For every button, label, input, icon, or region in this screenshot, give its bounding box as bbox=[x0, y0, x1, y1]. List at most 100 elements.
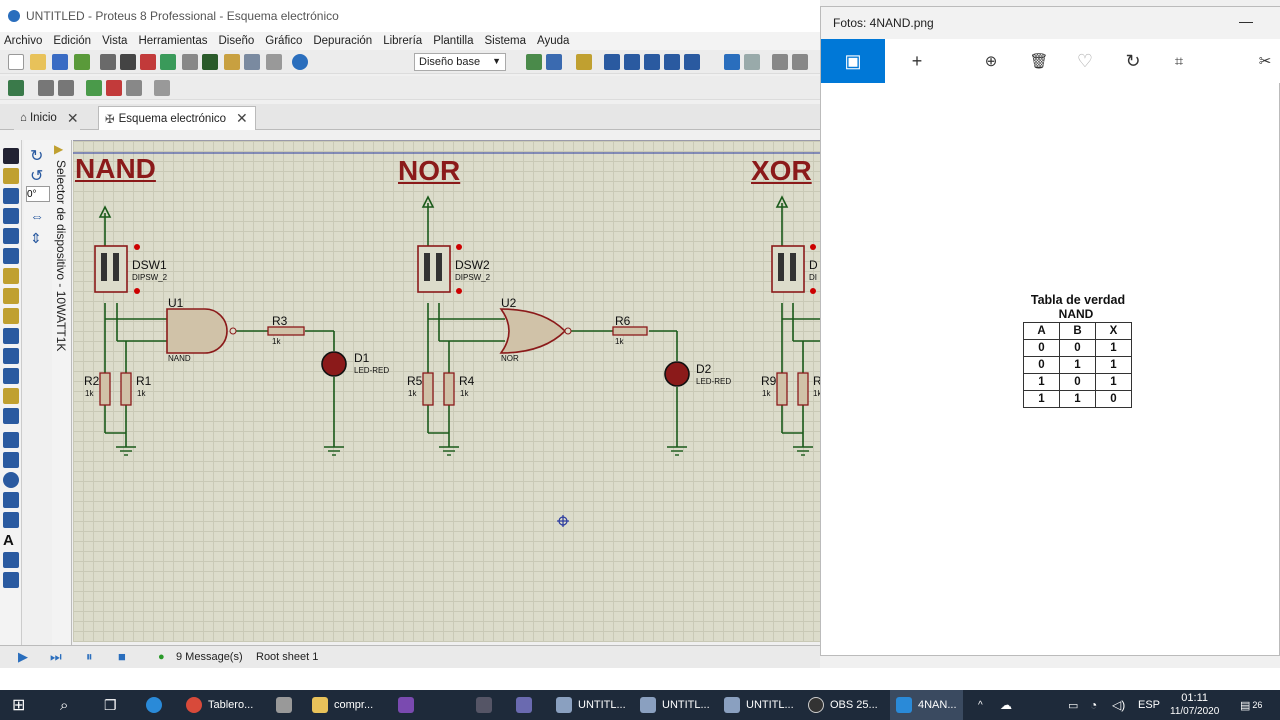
generator-icon[interactable] bbox=[3, 368, 19, 384]
origin-icon[interactable] bbox=[576, 54, 592, 70]
project-icon[interactable] bbox=[266, 54, 282, 70]
favorite-button[interactable]: ♡ bbox=[1063, 39, 1107, 83]
bus-icon[interactable] bbox=[3, 248, 19, 264]
view-image-button[interactable]: ▣ bbox=[821, 39, 885, 83]
box-icon[interactable] bbox=[3, 452, 19, 468]
taskbar-photos[interactable]: 4NAN... bbox=[890, 690, 963, 720]
zoom-all-icon[interactable] bbox=[664, 54, 680, 70]
schematic-icon[interactable] bbox=[120, 54, 136, 70]
tab-esquema[interactable]: ✠ Esquema electrónico ✕ bbox=[98, 106, 256, 130]
schematic-canvas[interactable]: NAND NOR XOR DSW1 DIPSW_2 U1 NAND R3 1k … bbox=[73, 140, 820, 642]
menu-libreria[interactable]: Librería bbox=[383, 35, 422, 47]
tab-inicio[interactable]: ⌂ Inicio ✕ bbox=[14, 106, 80, 130]
taskbar-obs[interactable]: OBS 25... bbox=[808, 690, 878, 720]
delete-button[interactable]: 🗑 bbox=[1017, 39, 1061, 83]
copy-icon[interactable] bbox=[792, 54, 808, 70]
menu-edicion[interactable]: Edición bbox=[53, 35, 91, 47]
taskbar-dfd[interactable] bbox=[476, 690, 498, 720]
menu-vista[interactable]: Vista bbox=[102, 35, 127, 47]
cut-icon[interactable] bbox=[772, 54, 788, 70]
taskbar-proteus-2[interactable]: UNTITL... bbox=[640, 690, 710, 720]
line-icon[interactable] bbox=[3, 432, 19, 448]
start-button[interactable]: ⊞ bbox=[12, 690, 25, 720]
rotation-field[interactable] bbox=[26, 186, 50, 202]
selection-mode-icon[interactable] bbox=[3, 148, 19, 164]
step-icon[interactable]: ⏭ bbox=[50, 649, 62, 665]
junction-icon[interactable] bbox=[3, 188, 19, 204]
close-icon[interactable]: ✕ bbox=[236, 110, 248, 127]
arc-icon[interactable] bbox=[3, 492, 19, 508]
messages-status[interactable]: 9 Message(s) bbox=[176, 651, 243, 663]
zoom-in-icon[interactable] bbox=[624, 54, 640, 70]
pin-icon[interactable] bbox=[3, 308, 19, 324]
refresh-icon[interactable] bbox=[526, 54, 542, 70]
code-icon[interactable] bbox=[244, 54, 260, 70]
stop-icon[interactable]: ■ bbox=[118, 649, 126, 664]
circle-icon[interactable] bbox=[3, 472, 19, 488]
erc-icon[interactable] bbox=[154, 80, 170, 96]
taskbar-proteus-3[interactable]: UNTITL... bbox=[724, 690, 794, 720]
taskbar-media[interactable] bbox=[276, 690, 298, 720]
tray-battery[interactable]: ▭ bbox=[1068, 690, 1078, 720]
graph-icon[interactable] bbox=[3, 328, 19, 344]
zoom-out-icon[interactable] bbox=[644, 54, 660, 70]
tray-volume[interactable]: ◁) bbox=[1112, 690, 1125, 720]
menu-ayuda[interactable]: Ayuda bbox=[537, 35, 569, 47]
rotate-ccw-icon[interactable]: ↺ bbox=[30, 166, 46, 185]
zoom-button[interactable]: ⊕ bbox=[969, 39, 1013, 83]
text-script-icon[interactable] bbox=[3, 228, 19, 244]
marker-icon[interactable] bbox=[3, 572, 19, 588]
path-icon[interactable] bbox=[3, 512, 19, 528]
tray-onedrive[interactable]: ☁ bbox=[1000, 690, 1012, 720]
text-icon[interactable]: A bbox=[3, 532, 19, 549]
subcircuit-icon[interactable] bbox=[3, 268, 19, 284]
rotate-button[interactable]: ↻ bbox=[1111, 39, 1155, 83]
save-icon[interactable] bbox=[52, 54, 68, 70]
taskbar-explorer[interactable]: compr... bbox=[312, 690, 373, 720]
rotate-cw-icon[interactable]: ↻ bbox=[30, 146, 46, 165]
tray-wifi[interactable]: ◔ bbox=[1090, 690, 1097, 720]
bom-icon[interactable] bbox=[202, 54, 218, 70]
open-folder-icon[interactable] bbox=[30, 54, 46, 70]
new-sheet-icon[interactable] bbox=[86, 80, 102, 96]
task-view-button[interactable]: ❐ bbox=[104, 690, 117, 720]
menu-depuracion[interactable]: Depuración bbox=[313, 35, 372, 47]
undo-icon[interactable] bbox=[724, 54, 740, 70]
menu-plantilla[interactable]: Plantilla bbox=[433, 35, 473, 47]
layout-select[interactable]: Diseño base ▼ bbox=[414, 53, 506, 71]
component-mode-icon[interactable] bbox=[3, 168, 19, 184]
menu-diseno[interactable]: Diseño bbox=[218, 35, 254, 47]
taskbar-pen[interactable] bbox=[398, 690, 420, 720]
tray-chevron[interactable]: ^ bbox=[978, 690, 983, 720]
probe-icon[interactable] bbox=[3, 388, 19, 404]
help-icon[interactable] bbox=[292, 54, 308, 70]
design-explorer-icon[interactable] bbox=[8, 80, 24, 96]
tray-lang[interactable]: ESP bbox=[1138, 690, 1160, 720]
notification-center[interactable]: ▤ 26 bbox=[1240, 690, 1262, 720]
new-file-icon[interactable] bbox=[8, 54, 24, 70]
close-icon[interactable]: ✕ bbox=[67, 110, 79, 127]
import-icon[interactable] bbox=[74, 54, 90, 70]
taskbar-chrome[interactable]: Tablero... bbox=[186, 690, 253, 720]
home-icon[interactable] bbox=[100, 54, 116, 70]
menu-grafico[interactable]: Gráfico bbox=[265, 35, 302, 47]
pause-icon[interactable]: ⏸ bbox=[86, 649, 93, 665]
tape-icon[interactable] bbox=[3, 348, 19, 364]
pcb-icon[interactable] bbox=[140, 54, 156, 70]
grid-icon[interactable] bbox=[546, 54, 562, 70]
minimize-icon[interactable]: — bbox=[1239, 13, 1253, 29]
wire-label-icon[interactable] bbox=[3, 208, 19, 224]
clock[interactable]: 01:11 11/07/2020 bbox=[1170, 690, 1219, 720]
mirror-y-icon[interactable]: ⇕ bbox=[30, 230, 46, 246]
instrument-icon[interactable] bbox=[3, 408, 19, 424]
3d-view-icon[interactable] bbox=[182, 54, 198, 70]
taskbar-edge[interactable] bbox=[146, 690, 168, 720]
netlist-icon[interactable] bbox=[126, 80, 142, 96]
menu-archivo[interactable]: Archivo bbox=[4, 35, 42, 47]
property-assign-icon[interactable] bbox=[38, 80, 54, 96]
gerber-icon[interactable] bbox=[160, 54, 176, 70]
mirror-x-icon[interactable]: ⇔ bbox=[30, 208, 46, 224]
terminal-icon[interactable] bbox=[3, 288, 19, 304]
taskbar-proteus-1[interactable]: UNTITL... bbox=[556, 690, 626, 720]
notes-icon[interactable] bbox=[224, 54, 240, 70]
